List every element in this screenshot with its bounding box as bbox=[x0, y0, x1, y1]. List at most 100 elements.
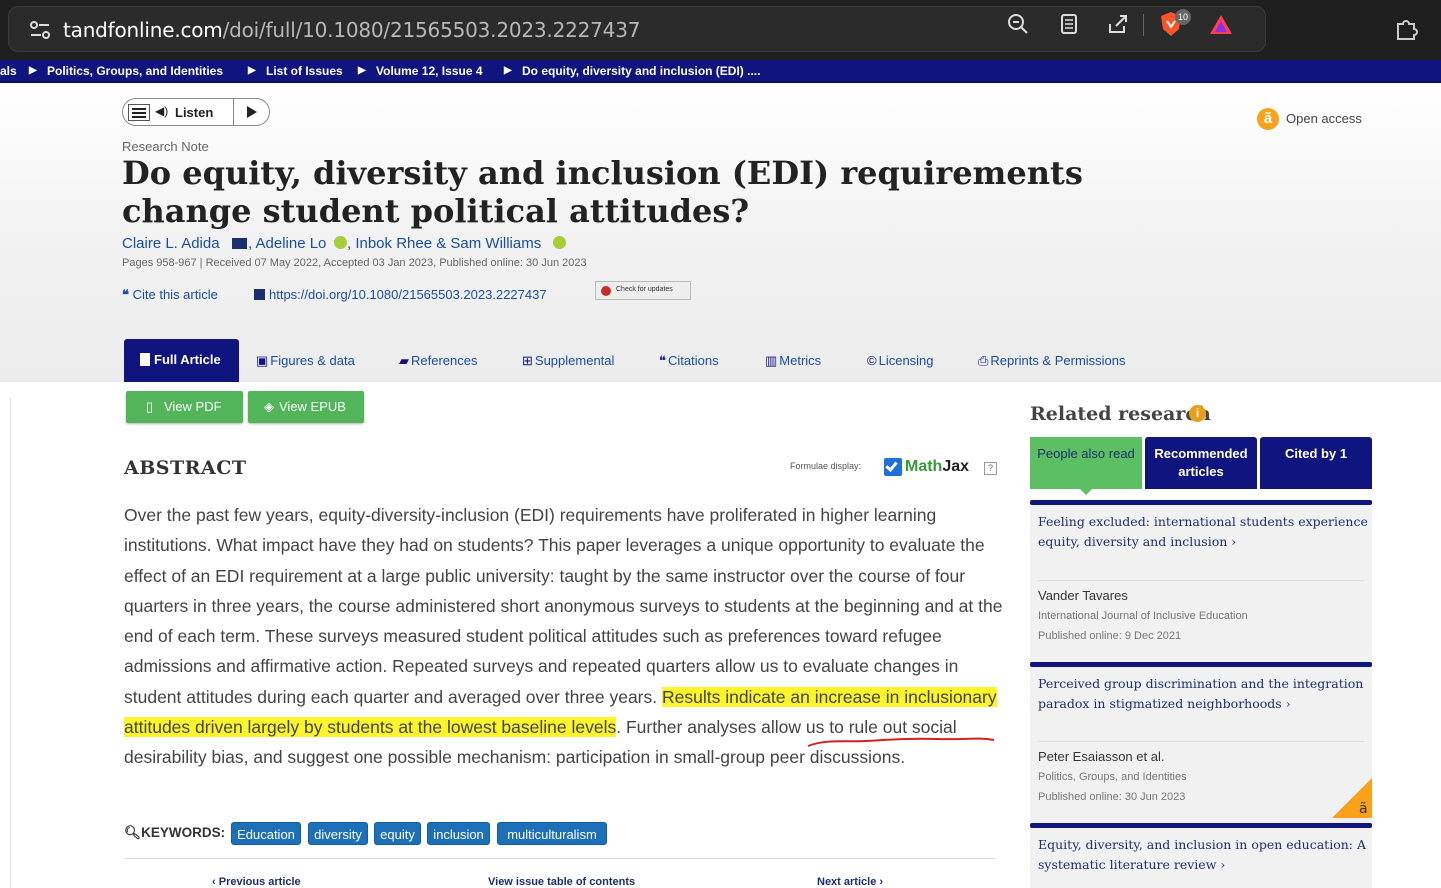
orcid-icon[interactable] bbox=[334, 236, 347, 249]
breadcrumb-arrow-icon: ▶ bbox=[358, 65, 366, 76]
author-link[interactable]: Claire L. Adida bbox=[122, 235, 220, 252]
breadcrumb-item[interactable]: Politics, Groups, and Identities bbox=[47, 64, 223, 78]
mathjax-logo: MathJax bbox=[905, 458, 970, 475]
abstract-text: Over the past few years, equity-diversit… bbox=[124, 505, 1003, 768]
tab-people-also-read[interactable]: People also read bbox=[1030, 437, 1142, 495]
menu-icon[interactable] bbox=[128, 104, 150, 121]
related-article-author: Peter Esaiasson et al. bbox=[1038, 749, 1165, 764]
share-icon[interactable] bbox=[1106, 12, 1130, 36]
listen-widget[interactable]: ◀) Listen bbox=[122, 98, 270, 126]
plus-icon: ⊞ bbox=[522, 353, 533, 368]
pdf-icon: ▯ bbox=[146, 399, 154, 414]
bar-chart-icon: ▥ bbox=[765, 353, 778, 368]
related-research-heading: Related research bbox=[1030, 403, 1211, 425]
tab-supplemental[interactable]: ⊞ Supplemental bbox=[522, 353, 614, 369]
copyright-icon: © bbox=[867, 353, 877, 368]
keyword-tag[interactable]: diversity bbox=[308, 822, 368, 845]
left-divider bbox=[10, 398, 11, 888]
breadcrumb-arrow-icon: ▶ bbox=[29, 65, 37, 76]
image-icon: ▣ bbox=[256, 353, 269, 368]
tab-figures[interactable]: ▣ Figures & data bbox=[256, 353, 355, 369]
related-article-journal: International Journal of Inclusive Educa… bbox=[1038, 610, 1248, 622]
zoom-icon[interactable] bbox=[1006, 12, 1030, 36]
card-top-bar bbox=[1030, 823, 1372, 828]
related-article-date: Published online: 9 Dec 2021 bbox=[1038, 630, 1182, 642]
open-access-icon: ã bbox=[1257, 108, 1279, 130]
shields-count-badge: 10 bbox=[1175, 9, 1191, 25]
tab-references[interactable]: ▰ References bbox=[399, 353, 477, 369]
author-link[interactable]: , Inbok Rhee & Sam Williams bbox=[347, 235, 541, 252]
breadcrumb-arrow-icon: ▶ bbox=[248, 65, 256, 76]
next-article-link[interactable]: Next article › bbox=[817, 876, 883, 888]
orcid-icon[interactable] bbox=[553, 236, 566, 249]
extensions-icon[interactable] bbox=[1394, 16, 1420, 42]
keyword-tag[interactable]: multiculturalism bbox=[497, 822, 607, 845]
breadcrumb-item-current: Do equity, diversity and inclusion (EDI)… bbox=[522, 64, 761, 78]
external-link-icon bbox=[254, 289, 265, 300]
tab-cited-by[interactable]: Cited by 1 bbox=[1260, 437, 1372, 489]
tab-licensing[interactable]: © Licensing bbox=[867, 353, 934, 368]
url-text[interactable]: tandfonline.com/doi/full/10.1080/2156550… bbox=[63, 18, 640, 42]
doi-link[interactable]: https://doi.org/10.1080/21565503.2023.22… bbox=[269, 287, 547, 302]
breadcrumb-item[interactable]: Volume 12, Issue 4 bbox=[376, 64, 483, 78]
card-top-bar bbox=[1030, 500, 1372, 505]
card-top-bar bbox=[1030, 662, 1372, 667]
reader-mode-icon[interactable] bbox=[1057, 12, 1081, 36]
chevron-left-icon: ‹ bbox=[212, 876, 219, 888]
info-icon[interactable]: i bbox=[1189, 405, 1206, 422]
site-settings-icon[interactable] bbox=[29, 20, 51, 40]
related-article-title[interactable]: Equity, diversity, and inclusion in open… bbox=[1038, 835, 1368, 875]
email-icon[interactable] bbox=[232, 238, 247, 249]
view-pdf-button[interactable]: ▯ View PDF bbox=[126, 391, 243, 423]
open-access-corner-icon: ã bbox=[1332, 778, 1372, 818]
publication-info: Pages 958-967 | Received 07 May 2022, Ac… bbox=[122, 257, 587, 269]
book-icon: ▰ bbox=[399, 353, 409, 368]
abstract-heading: ABSTRACT bbox=[124, 457, 247, 479]
check-for-updates-button[interactable]: Check for updates bbox=[595, 281, 691, 300]
related-article-journal: Politics, Groups, and Identities bbox=[1038, 771, 1187, 783]
brave-rewards-icon[interactable] bbox=[1209, 13, 1233, 37]
listen-label: Listen bbox=[175, 105, 214, 120]
crossmark-icon bbox=[601, 286, 611, 296]
open-access-label: Open access bbox=[1286, 111, 1362, 126]
tab-reprints[interactable]: ⎙ Reprints & Permissions bbox=[978, 353, 1126, 369]
article-type: Research Note bbox=[122, 139, 209, 154]
toolbar-divider bbox=[1143, 14, 1144, 36]
keyword-tag[interactable]: inclusion bbox=[427, 822, 490, 845]
tab-recommended-articles[interactable]: Recommended articles bbox=[1145, 437, 1257, 489]
keyword-tag[interactable]: equity bbox=[374, 822, 421, 845]
help-icon[interactable]: ? bbox=[984, 462, 997, 475]
related-article-title[interactable]: Feeling excluded: international students… bbox=[1038, 512, 1368, 552]
tab-citations[interactable]: ❝ Citations bbox=[659, 353, 719, 369]
mathjax-checkbox[interactable] bbox=[884, 458, 902, 476]
previous-article-link[interactable]: ‹ Previous article bbox=[212, 876, 301, 888]
chevron-right-icon: › bbox=[1227, 534, 1237, 549]
svg-text:ã: ã bbox=[1359, 801, 1368, 817]
search-icon: 🔍︎ bbox=[124, 825, 142, 840]
issue-toc-link[interactable]: View issue table of contents bbox=[488, 876, 635, 888]
cite-article-link[interactable]: ❝ Cite this article bbox=[122, 287, 218, 303]
quote-icon: ❝ bbox=[122, 287, 133, 302]
related-article-title[interactable]: Perceived group discrimination and the i… bbox=[1038, 674, 1368, 714]
speaker-icon: ◀) bbox=[155, 104, 169, 118]
quote-icon: ❝ bbox=[659, 353, 666, 368]
red-underline-annotation bbox=[807, 737, 995, 747]
view-epub-button[interactable]: ◈ View EPUB bbox=[248, 391, 364, 423]
article-header bbox=[0, 84, 1441, 382]
chevron-right-icon: › bbox=[1281, 696, 1291, 711]
keyword-tag[interactable]: Education bbox=[231, 822, 301, 845]
author-link[interactable]: , Adeline Lo bbox=[248, 235, 326, 252]
formulae-display-label: Formulae display: bbox=[790, 461, 862, 471]
tab-full-article[interactable]: Full Article bbox=[124, 339, 239, 382]
breadcrumb: als ▶ Politics, Groups, and Identities ▶… bbox=[0, 60, 1441, 83]
breadcrumb-item[interactable]: als bbox=[0, 64, 17, 78]
article-title: Do equity, diversity and inclusion (EDI)… bbox=[122, 154, 1083, 230]
divider bbox=[124, 858, 996, 859]
keywords-label: 🔍︎KEYWORDS: bbox=[124, 825, 226, 840]
tab-metrics[interactable]: ▥ Metrics bbox=[765, 353, 821, 369]
chevron-right-icon: › bbox=[876, 876, 884, 888]
breadcrumb-item[interactable]: List of Issues bbox=[266, 64, 343, 78]
play-icon[interactable] bbox=[247, 106, 257, 118]
epub-icon: ◈ bbox=[264, 399, 274, 414]
related-article-date: Published online: 30 Jun 2023 bbox=[1038, 791, 1186, 803]
